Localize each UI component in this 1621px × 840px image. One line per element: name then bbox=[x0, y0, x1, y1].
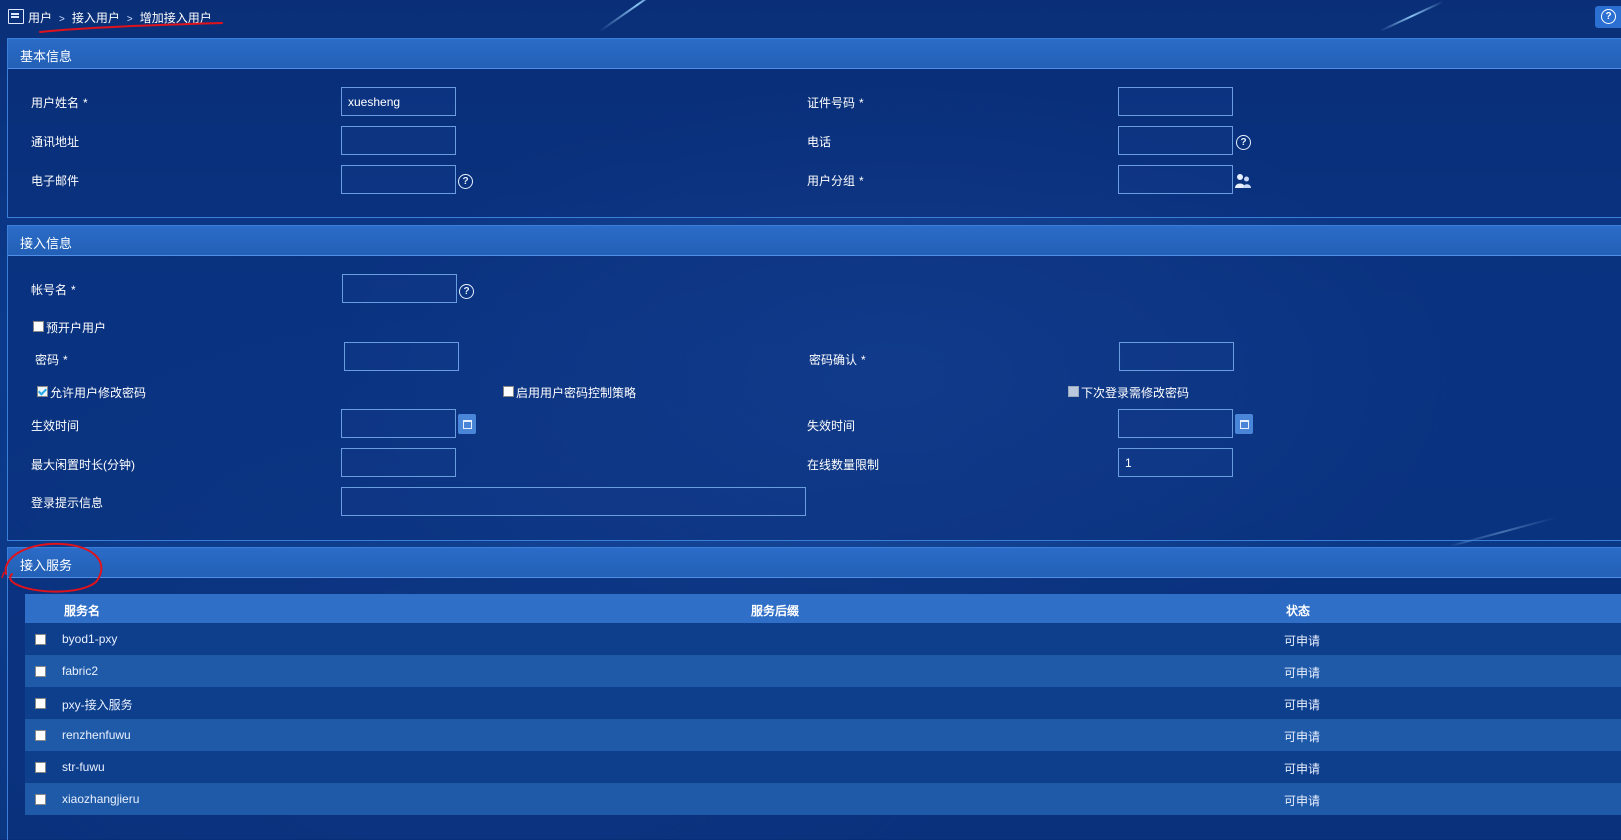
column-service-name[interactable]: 服务名 bbox=[64, 602, 100, 619]
phone-input[interactable] bbox=[1118, 126, 1233, 155]
next-login-change-password-label: 下次登录需修改密码 bbox=[1081, 386, 1190, 400]
max-idle-label: 最大闲置时长(分钟) bbox=[31, 458, 135, 472]
red-circle-annotation bbox=[1, 542, 103, 593]
user-group-input[interactable] bbox=[1118, 165, 1233, 194]
basic-info-panel: 基本信息 用户姓名* 证件号码* 通讯地址 电话 ? 电子邮件 ? 用户分组* bbox=[7, 38, 1621, 218]
table-row[interactable]: pxy-接入服务 可申请 bbox=[25, 687, 1621, 719]
expire-time-input[interactable] bbox=[1118, 409, 1233, 438]
email-label: 电子邮件 bbox=[31, 174, 80, 188]
access-service-table: 服务名 服务后缀 状态 byod1-pxy 可申请 fabric2 可申请 px… bbox=[25, 594, 1621, 815]
basic-info-title: 基本信息 bbox=[20, 49, 73, 64]
service-status: 可申请 bbox=[1284, 666, 1321, 680]
service-status: 可申请 bbox=[1284, 762, 1321, 776]
next-login-change-password-checkbox[interactable] bbox=[1068, 386, 1079, 397]
account-name-input[interactable] bbox=[342, 274, 457, 303]
password-label: 密码 * bbox=[35, 353, 68, 367]
address-input[interactable] bbox=[341, 126, 456, 155]
row-checkbox[interactable] bbox=[35, 762, 46, 773]
user-name-input[interactable] bbox=[341, 87, 456, 116]
online-limit-label: 在线数量限制 bbox=[807, 458, 880, 472]
table-row[interactable]: renzhenfuwu 可申请 bbox=[25, 719, 1621, 751]
access-service-header: 接入服务 bbox=[8, 548, 1621, 578]
column-service-suffix[interactable]: 服务后缀 bbox=[751, 602, 799, 619]
help-button[interactable]: ? bbox=[1595, 6, 1621, 28]
service-name: str-fuwu bbox=[62, 760, 105, 774]
question-circle-icon[interactable]: ? bbox=[1236, 135, 1251, 150]
access-info-title: 接入信息 bbox=[20, 236, 73, 251]
email-input[interactable] bbox=[341, 165, 456, 194]
row-checkbox[interactable] bbox=[35, 698, 46, 709]
calendar-icon[interactable] bbox=[1235, 414, 1253, 434]
effective-time-label: 生效时间 bbox=[31, 419, 80, 433]
red-underline-annotation bbox=[39, 22, 223, 33]
question-circle-icon[interactable]: ? bbox=[458, 174, 473, 189]
address-label: 通讯地址 bbox=[31, 135, 80, 149]
service-status: 可申请 bbox=[1284, 698, 1321, 712]
service-name: byod1-pxy bbox=[62, 632, 118, 646]
table-header: 服务名 服务后缀 状态 bbox=[25, 594, 1621, 623]
allow-change-password-label: 允许用户修改密码 bbox=[50, 386, 147, 400]
phone-label: 电话 bbox=[807, 135, 832, 149]
login-hint-input[interactable] bbox=[341, 487, 806, 516]
online-limit-input[interactable] bbox=[1118, 448, 1233, 477]
basic-info-header: 基本信息 bbox=[8, 39, 1621, 69]
id-number-input[interactable] bbox=[1118, 87, 1233, 116]
password-input[interactable] bbox=[344, 342, 459, 371]
row-checkbox[interactable] bbox=[35, 730, 46, 741]
service-status: 可申请 bbox=[1284, 730, 1321, 744]
id-number-label: 证件号码 * bbox=[807, 96, 864, 110]
service-status: 可申请 bbox=[1284, 794, 1321, 808]
password-confirm-input[interactable] bbox=[1119, 342, 1234, 371]
enable-password-policy-checkbox[interactable] bbox=[503, 386, 514, 397]
service-name: renzhenfuwu bbox=[62, 728, 131, 742]
expire-time-label: 失效时间 bbox=[807, 419, 856, 433]
column-status[interactable]: 状态 bbox=[1286, 602, 1310, 619]
pre-open-user-label: 预开户用户 bbox=[46, 321, 107, 335]
row-checkbox[interactable] bbox=[35, 634, 46, 645]
row-checkbox[interactable] bbox=[35, 794, 46, 805]
access-info-header: 接入信息 bbox=[8, 226, 1621, 256]
access-info-panel: 接入信息 帐号名 * ? 预开户用户 密码 * 密码确认 * 允许用户修改密码 启用用… bbox=[7, 225, 1621, 541]
table-row[interactable]: fabric2 可申请 bbox=[25, 655, 1621, 687]
row-checkbox[interactable] bbox=[35, 666, 46, 677]
login-hint-label: 登录提示信息 bbox=[31, 496, 104, 510]
user-admin-icon bbox=[8, 9, 24, 24]
table-row[interactable]: byod1-pxy 可申请 bbox=[25, 623, 1621, 655]
service-status: 可申请 bbox=[1284, 634, 1321, 648]
user-group-label: 用户分组 * bbox=[807, 174, 864, 188]
calendar-icon[interactable] bbox=[458, 414, 476, 434]
breadcrumb-bar: 用户 > 接入用户 > 增加接入用户 ? bbox=[0, 0, 1621, 36]
pre-open-user-checkbox[interactable] bbox=[33, 321, 44, 332]
max-idle-input[interactable] bbox=[341, 448, 456, 477]
effective-time-input[interactable] bbox=[341, 409, 456, 438]
table-row[interactable]: str-fuwu 可申请 bbox=[25, 751, 1621, 783]
allow-change-password-checkbox[interactable] bbox=[37, 386, 48, 397]
question-circle-icon[interactable]: ? bbox=[459, 284, 474, 299]
password-confirm-label: 密码确认 * bbox=[809, 353, 866, 367]
service-name: fabric2 bbox=[62, 664, 99, 678]
account-name-label: 帐号名 * bbox=[31, 283, 76, 297]
user-group-icon[interactable] bbox=[1234, 173, 1252, 189]
question-circle-icon: ? bbox=[1601, 9, 1616, 24]
service-name: xiaozhangjieru bbox=[62, 792, 140, 806]
enable-password-policy-label: 启用用户密码控制策略 bbox=[516, 386, 637, 400]
service-name: pxy-接入服务 bbox=[62, 698, 133, 712]
table-row[interactable]: xiaozhangjieru 可申请 bbox=[25, 783, 1621, 815]
user-name-label: 用户姓名 * bbox=[31, 96, 88, 110]
